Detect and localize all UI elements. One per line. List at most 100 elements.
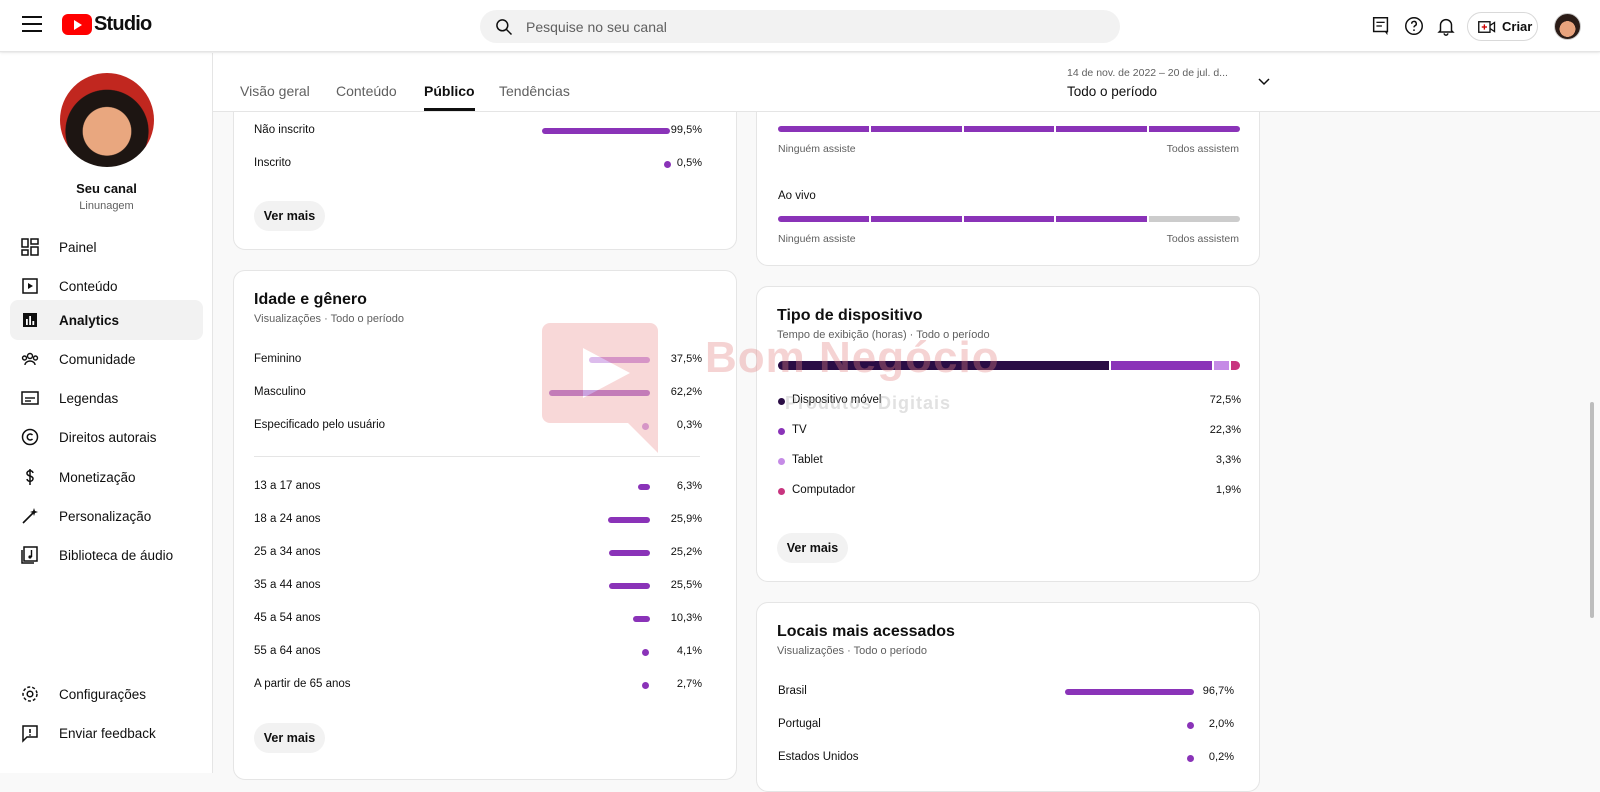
sidebar-item-subtitles[interactable]: Legendas — [10, 378, 203, 418]
watch-frequency-card: Ninguém assiste Todos assistem Ao vivo N… — [756, 90, 1260, 266]
row-value: 37,5% — [670, 353, 702, 365]
date-range-picker[interactable]: 14 de nov. de 2022 – 20 de jul. d... Tod… — [1067, 67, 1277, 99]
bar-age-55-64 — [642, 649, 649, 656]
top-bar: Studio Criar — [0, 0, 1600, 52]
row-label: Não inscrito — [254, 124, 315, 136]
row-label: Dispositivo móvel — [792, 394, 882, 406]
sidebar-item-label: Personalização — [59, 508, 152, 524]
row-label: Brasil — [778, 685, 807, 697]
menu-icon[interactable] — [22, 16, 42, 34]
account-avatar[interactable] — [1554, 13, 1581, 40]
help-icon[interactable] — [1403, 15, 1425, 37]
sidebar-item-copyright[interactable]: Direitos autorais — [10, 417, 203, 457]
see-more-button[interactable]: Ver mais — [777, 533, 848, 563]
sidebar-item-community[interactable]: Comunidade — [10, 339, 203, 379]
sidebar-item-settings[interactable]: Configurações — [10, 674, 203, 714]
top-locations-card: Locais mais acessados Visualizações · To… — [756, 602, 1260, 792]
sidebar-item-label: Painel — [59, 239, 97, 255]
bar-brazil — [1065, 689, 1194, 695]
channel-name: Seu canal — [76, 181, 137, 196]
row-label: Masculino — [254, 386, 306, 398]
sidebar-item-label: Configurações — [59, 686, 147, 702]
scale-max-label: Todos assistem — [1166, 143, 1239, 155]
subscription-card: Não inscrito 99,5% Inscrito 0,5% Ver mai… — [233, 90, 737, 250]
youtube-logo-icon — [62, 14, 92, 35]
logo-text: Studio — [94, 13, 152, 35]
row-value: 1,9% — [1215, 484, 1241, 496]
sidebar-item-label: Direitos autorais — [59, 429, 157, 445]
row-label: Tablet — [792, 454, 823, 466]
divider — [254, 456, 700, 457]
legend-dot — [778, 458, 785, 465]
row-value: 3,3% — [1215, 454, 1241, 466]
channel-avatar[interactable] — [60, 73, 154, 167]
bar-age-25-34 — [609, 550, 650, 556]
sidebar-item-feedback[interactable]: Enviar feedback — [10, 713, 203, 753]
row-label: Computador — [792, 484, 856, 496]
bar-age-18-24 — [608, 517, 650, 523]
sidebar-item-label: Analytics — [59, 312, 120, 328]
age-gender-card: Idade e gênero Visualizações · Todo o pe… — [233, 270, 737, 780]
row-label: 25 a 34 anos — [254, 546, 321, 558]
search-box[interactable] — [480, 10, 1120, 43]
row-value: 2,0% — [1208, 718, 1234, 730]
sidebar-item-label: Conteúdo — [59, 278, 118, 294]
row-label: Estados Unidos — [778, 751, 859, 763]
see-more-button[interactable]: Ver mais — [254, 201, 325, 231]
row-value: 0,2% — [1208, 751, 1234, 763]
row-value: 62,2% — [670, 386, 702, 398]
page-scrollbar[interactable] — [1590, 402, 1594, 618]
row-value: 72,5% — [1209, 394, 1241, 406]
frequency-bar-live — [778, 216, 1240, 222]
card-subtitle: Visualizações · Todo o período — [777, 645, 928, 657]
sidebar-item-analytics[interactable]: Analytics — [10, 300, 203, 340]
content-icon — [22, 278, 38, 294]
bar-age-35-44 — [609, 583, 650, 589]
search-input[interactable] — [526, 10, 1086, 43]
frequency-bar-vod — [778, 126, 1240, 132]
card-title: Idade e gênero — [254, 291, 367, 308]
row-value: 4,1% — [676, 645, 702, 657]
row-label: 13 a 17 anos — [254, 480, 321, 492]
bar-male — [549, 390, 650, 396]
scale-min-label: Ninguém assiste — [778, 233, 856, 245]
sidebar-item-label: Legendas — [59, 390, 119, 406]
tab-trends[interactable]: Tendências — [499, 83, 570, 111]
row-label: 35 a 44 anos — [254, 579, 321, 591]
sidebar-item-dashboard[interactable]: Painel — [10, 227, 203, 267]
chevron-down-icon — [1258, 78, 1270, 86]
bar-age-45-54 — [633, 616, 650, 622]
row-label: A partir de 65 anos — [254, 678, 351, 690]
tab-content[interactable]: Conteúdo — [336, 83, 397, 111]
bar-age-65-plus — [642, 682, 649, 689]
card-subtitle: Tempo de exibição (horas) · Todo o perío… — [777, 329, 990, 341]
sidebar-item-customization[interactable]: Personalização — [10, 496, 203, 536]
tab-overview[interactable]: Visão geral — [240, 83, 310, 111]
row-label: 45 a 54 anos — [254, 612, 321, 624]
studio-logo[interactable]: Studio — [62, 13, 152, 36]
sidebar-item-audio-library[interactable]: Biblioteca de áudio — [10, 535, 203, 575]
subtitles-icon — [21, 391, 39, 405]
channel-handle: Linunagem — [79, 200, 134, 212]
comment-icon[interactable] — [1370, 15, 1392, 37]
sidebar-item-label: Enviar feedback — [59, 725, 156, 741]
segment-computer — [1231, 361, 1240, 370]
customization-icon — [22, 508, 38, 524]
row-value: 25,5% — [670, 579, 702, 591]
sidebar: Seu canal Linunagem Painel Conteúdo Anal… — [0, 53, 213, 773]
device-type-card: Tipo de dispositivo Tempo de exibição (h… — [756, 286, 1260, 582]
row-value: 25,9% — [670, 513, 702, 525]
sidebar-item-monetization[interactable]: Monetização — [10, 457, 203, 497]
notifications-icon[interactable] — [1435, 15, 1457, 37]
feedback-icon — [22, 725, 38, 743]
bar-user-specified — [642, 423, 649, 430]
analytics-tabs-bar: Visão geral Conteúdo Público Tendências … — [213, 53, 1600, 112]
community-icon — [21, 352, 39, 366]
bar-female — [589, 357, 650, 363]
settings-icon — [22, 686, 38, 702]
card-title: Locais mais acessados — [777, 623, 955, 640]
row-value: 2,7% — [676, 678, 702, 690]
tab-audience[interactable]: Público — [424, 83, 475, 111]
see-more-button[interactable]: Ver mais — [254, 723, 325, 753]
create-button[interactable]: Criar — [1467, 12, 1538, 41]
